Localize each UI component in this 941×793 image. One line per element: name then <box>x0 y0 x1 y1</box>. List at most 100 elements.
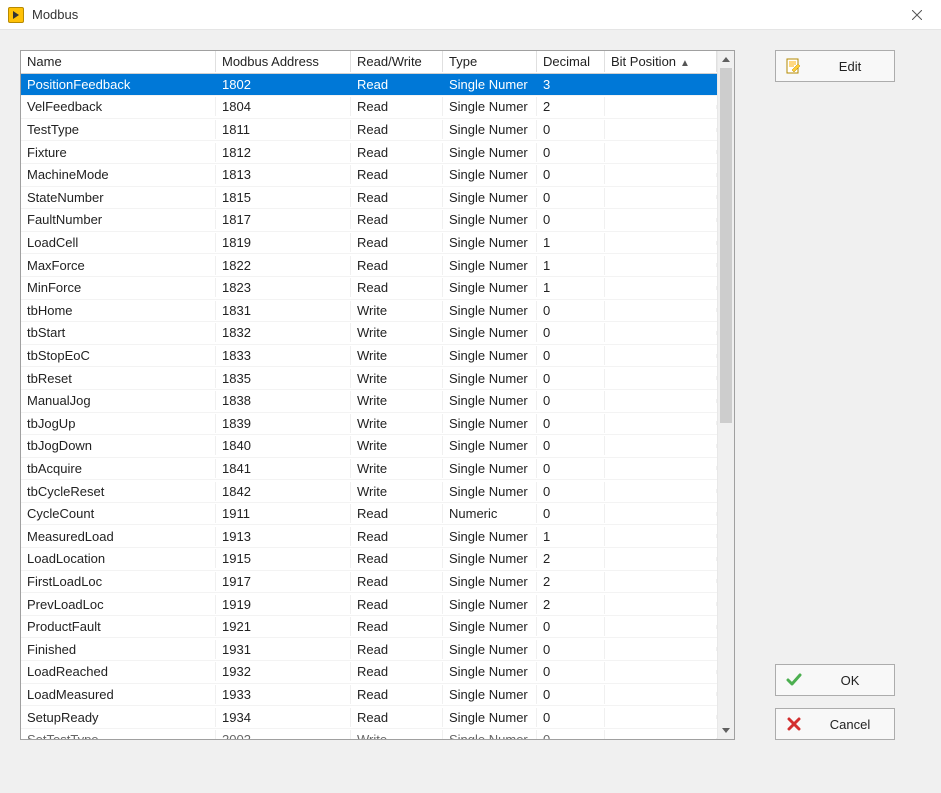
cell-address: 1815 <box>216 188 351 207</box>
cell-address: 1812 <box>216 143 351 162</box>
check-icon <box>786 672 802 688</box>
cell-address: 1813 <box>216 165 351 184</box>
cell-rw: Read <box>351 188 443 207</box>
vertical-scrollbar[interactable] <box>717 51 734 739</box>
table-row[interactable]: VelFeedback1804ReadSingle Numer2 <box>21 96 734 119</box>
cell-decimal: 0 <box>537 708 605 727</box>
table-row[interactable]: tbStart1832WriteSingle Numer0 <box>21 322 734 345</box>
table-row[interactable]: LoadMeasured1933ReadSingle Numer0 <box>21 684 734 707</box>
col-header-address[interactable]: Modbus Address <box>216 51 351 72</box>
cell-name: SetTestType <box>21 730 216 739</box>
cell-address: 1804 <box>216 97 351 116</box>
table-row[interactable]: Fixture1812ReadSingle Numer0 <box>21 141 734 164</box>
table-row[interactable]: TestType1811ReadSingle Numer0 <box>21 119 734 142</box>
table-row[interactable]: CycleCount1911ReadNumeric0 <box>21 503 734 526</box>
cell-type: Single Numer <box>443 482 537 501</box>
table-row[interactable]: tbStopEoC1833WriteSingle Numer0 <box>21 345 734 368</box>
table-row[interactable]: LoadLocation1915ReadSingle Numer2 <box>21 548 734 571</box>
cell-decimal: 0 <box>537 188 605 207</box>
cell-name: Finished <box>21 640 216 659</box>
cell-address: 1832 <box>216 323 351 342</box>
cell-rw: Read <box>351 165 443 184</box>
table-row[interactable]: SetTestType2002WriteSingle Numer0 <box>21 729 734 739</box>
table-row[interactable]: tbReset1835WriteSingle Numer0 <box>21 367 734 390</box>
table-row[interactable]: tbCycleReset1842WriteSingle Numer0 <box>21 480 734 503</box>
edit-icon <box>786 58 802 74</box>
scroll-up-button[interactable] <box>718 51 734 68</box>
cell-type: Single Numer <box>443 323 537 342</box>
cell-bit <box>605 286 717 290</box>
table-header-row: Name Modbus Address Read/Write Type Deci… <box>21 51 734 74</box>
cell-type: Single Numer <box>443 414 537 433</box>
scroll-track[interactable] <box>718 68 734 722</box>
cell-type: Single Numer <box>443 120 537 139</box>
table-row[interactable]: ManualJog1838WriteSingle Numer0 <box>21 390 734 413</box>
col-header-bit[interactable]: Bit Position▲ <box>605 51 717 72</box>
cell-type: Single Numer <box>443 708 537 727</box>
table-row[interactable]: LoadCell1819ReadSingle Numer1 <box>21 232 734 255</box>
ok-button[interactable]: OK <box>775 664 895 696</box>
cell-name: ManualJog <box>21 391 216 410</box>
col-header-name[interactable]: Name <box>21 51 216 72</box>
table-row[interactable]: tbAcquire1841WriteSingle Numer0 <box>21 458 734 481</box>
cell-rw: Write <box>351 436 443 455</box>
col-header-type[interactable]: Type <box>443 51 537 72</box>
cell-address: 1842 <box>216 482 351 501</box>
table-row[interactable]: MinForce1823ReadSingle Numer1 <box>21 277 734 300</box>
cancel-button[interactable]: Cancel <box>775 708 895 740</box>
cell-decimal: 0 <box>537 301 605 320</box>
table-row[interactable]: StateNumber1815ReadSingle Numer0 <box>21 187 734 210</box>
scroll-down-button[interactable] <box>718 722 734 739</box>
cell-decimal: 1 <box>537 256 605 275</box>
edit-button[interactable]: Edit <box>775 50 895 82</box>
table-row[interactable]: MaxForce1822ReadSingle Numer1 <box>21 254 734 277</box>
client-area: Name Modbus Address Read/Write Type Deci… <box>0 30 941 793</box>
cell-bit <box>605 399 717 403</box>
titlebar[interactable]: Modbus <box>0 0 941 30</box>
cell-bit <box>605 670 717 674</box>
cell-address: 1802 <box>216 75 351 94</box>
close-button[interactable] <box>897 2 937 28</box>
table-row[interactable]: FaultNumber1817ReadSingle Numer0 <box>21 209 734 232</box>
table-row[interactable]: tbJogDown1840WriteSingle Numer0 <box>21 435 734 458</box>
cell-type: Single Numer <box>443 459 537 478</box>
table-row[interactable]: ProductFault1921ReadSingle Numer0 <box>21 616 734 639</box>
cell-address: 1819 <box>216 233 351 252</box>
cancel-button-label: Cancel <box>816 717 884 732</box>
cell-decimal: 1 <box>537 527 605 546</box>
cell-bit <box>605 308 717 312</box>
cell-name: MaxForce <box>21 256 216 275</box>
col-header-readwrite[interactable]: Read/Write <box>351 51 443 72</box>
table-row[interactable]: PositionFeedback1802ReadSingle Numer3 <box>21 74 734 97</box>
cell-type: Single Numer <box>443 617 537 636</box>
table-row[interactable]: MachineMode1813ReadSingle Numer0 <box>21 164 734 187</box>
cell-name: MinForce <box>21 278 216 297</box>
table-row[interactable]: tbJogUp1839WriteSingle Numer0 <box>21 413 734 436</box>
table-row[interactable]: LoadReached1932ReadSingle Numer0 <box>21 661 734 684</box>
cell-rw: Write <box>351 369 443 388</box>
table-row[interactable]: PrevLoadLoc1919ReadSingle Numer2 <box>21 593 734 616</box>
table-row[interactable]: SetupReady1934ReadSingle Numer0 <box>21 706 734 729</box>
cell-rw: Write <box>351 301 443 320</box>
cell-rw: Read <box>351 572 443 591</box>
cell-type: Single Numer <box>443 730 537 739</box>
cell-bit <box>605 263 717 267</box>
scroll-thumb[interactable] <box>720 68 732 423</box>
cell-address: 1931 <box>216 640 351 659</box>
cell-type: Single Numer <box>443 346 537 365</box>
cell-bit <box>605 218 717 222</box>
cell-decimal: 0 <box>537 662 605 681</box>
cell-decimal: 0 <box>537 143 605 162</box>
cell-type: Single Numer <box>443 549 537 568</box>
cell-address: 1915 <box>216 549 351 568</box>
table-row[interactable]: Finished1931ReadSingle Numer0 <box>21 638 734 661</box>
col-header-decimal[interactable]: Decimal <box>537 51 605 72</box>
table-row[interactable]: tbHome1831WriteSingle Numer0 <box>21 300 734 323</box>
table-row[interactable]: MeasuredLoad1913ReadSingle Numer1 <box>21 525 734 548</box>
cell-name: LoadCell <box>21 233 216 252</box>
cell-address: 1811 <box>216 120 351 139</box>
cell-type: Single Numer <box>443 685 537 704</box>
table-row[interactable]: FirstLoadLoc1917ReadSingle Numer2 <box>21 571 734 594</box>
cell-type: Numeric <box>443 504 537 523</box>
cell-type: Single Numer <box>443 369 537 388</box>
